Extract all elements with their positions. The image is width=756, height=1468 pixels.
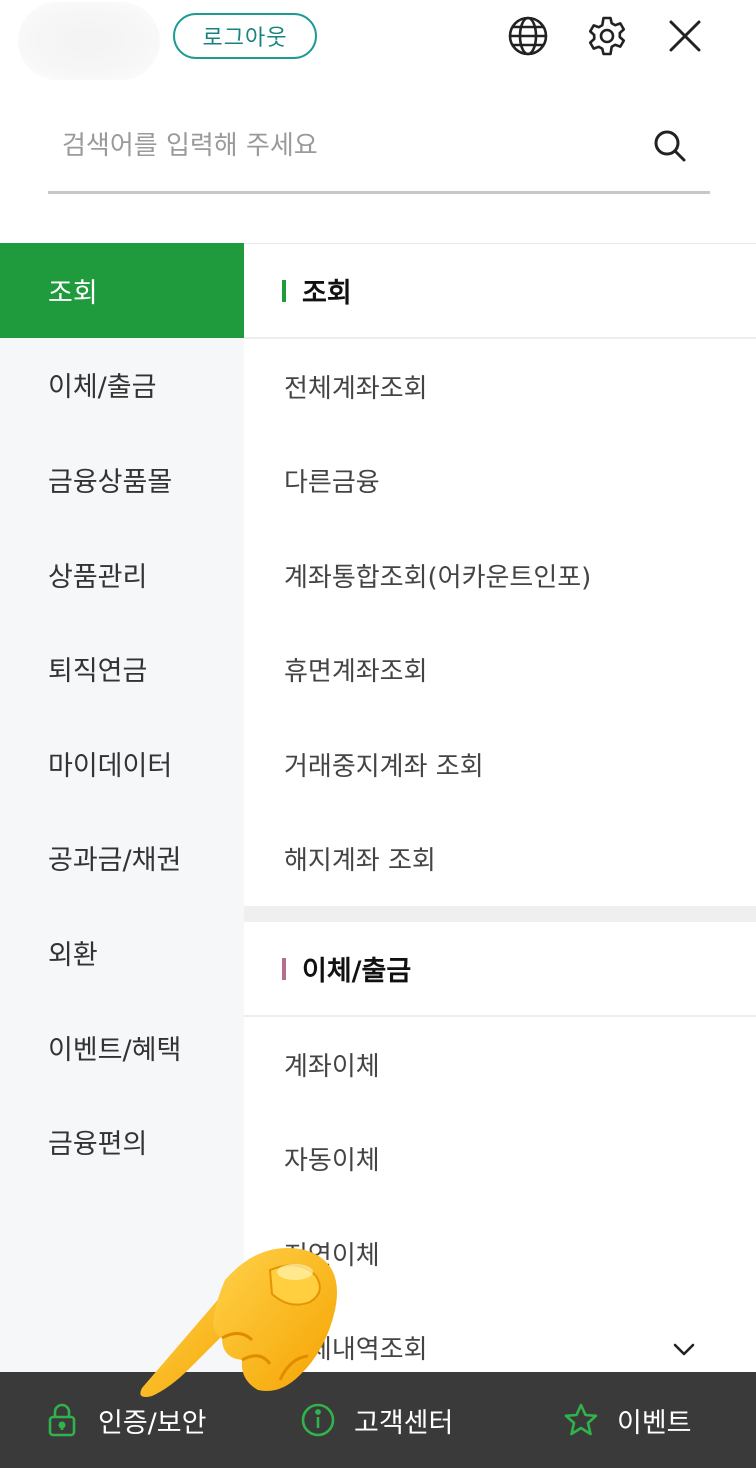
- submenu-item[interactable]: 거래중지계좌 조회: [244, 717, 756, 812]
- submenu-item[interactable]: 다른금융: [244, 434, 756, 529]
- customer-center-button[interactable]: 고객센터: [300, 1372, 453, 1468]
- category-item-bills[interactable]: 공과금/채권: [0, 811, 244, 906]
- category-item-events[interactable]: 이벤트/혜택: [0, 1000, 244, 1095]
- star-icon: [564, 1403, 598, 1436]
- category-item-transfer[interactable]: 이체/출금: [0, 338, 244, 433]
- submenu-item[interactable]: 지연이체: [244, 1206, 756, 1301]
- events-label: 이벤트: [617, 1407, 692, 1439]
- submenu-item[interactable]: 휴면계좌조회: [244, 623, 756, 718]
- close-icon[interactable]: [663, 14, 707, 58]
- section-title-text: 조회: [302, 278, 352, 309]
- submenu-item[interactable]: 해지계좌 조회: [244, 812, 756, 907]
- search-bar: [48, 112, 710, 194]
- bottom-bar: 인증/보안 고객센터 이벤트: [0, 1372, 756, 1468]
- globe-icon[interactable]: [506, 14, 550, 58]
- category-item-forex[interactable]: 외환: [0, 905, 244, 1000]
- category-nav: 조회 이체/출금 금융상품몰 상품관리 퇴직연금 마이데이터 공과금/채권 외환…: [0, 243, 244, 1373]
- header: 로그아웃: [0, 0, 756, 90]
- submenu-item[interactable]: 자동이체: [244, 1112, 756, 1207]
- lock-icon: [48, 1403, 76, 1437]
- submenu-item[interactable]: 전체계좌조회: [244, 339, 756, 434]
- submenu-panel: 조회 전체계좌조회 다른금융 계좌통합조회(어카운트인포) 휴면계좌조회 거래중…: [244, 243, 756, 1373]
- section-title-text: 이체/출금: [302, 956, 412, 987]
- logout-button[interactable]: 로그아웃: [173, 13, 317, 59]
- search-icon[interactable]: [650, 126, 690, 166]
- gear-icon[interactable]: [585, 14, 629, 58]
- info-icon: [301, 1403, 335, 1437]
- chevron-down-icon[interactable]: [670, 1335, 698, 1363]
- category-item-mydata[interactable]: 마이데이터: [0, 716, 244, 811]
- section-title-inquiry: 조회: [244, 244, 756, 339]
- category-item-inquiry[interactable]: 조회: [0, 243, 244, 338]
- customer-center-label: 고객센터: [354, 1407, 454, 1439]
- events-button[interactable]: 이벤트: [563, 1372, 692, 1468]
- submenu-item[interactable]: 계좌통합조회(어카운트인포): [244, 528, 756, 623]
- category-item-pension[interactable]: 퇴직연금: [0, 621, 244, 716]
- submenu-item[interactable]: 계좌이체: [244, 1017, 756, 1112]
- section-title-transfer: 이체/출금: [244, 922, 756, 1017]
- section-accent-bar: [282, 957, 286, 980]
- auth-security-label: 인증/보안: [98, 1407, 207, 1439]
- section-accent-bar: [282, 279, 286, 302]
- submenu-item-label: 이체내역조회: [284, 1335, 428, 1366]
- auth-security-button[interactable]: 인증/보안: [44, 1372, 206, 1468]
- category-item-product-mall[interactable]: 금융상품몰: [0, 432, 244, 527]
- section-divider: [244, 906, 756, 922]
- submenu-item[interactable]: 이체내역조회: [244, 1301, 756, 1374]
- category-item-product-management[interactable]: 상품관리: [0, 527, 244, 622]
- search-input[interactable]: [62, 126, 642, 166]
- category-item-convenience[interactable]: 금융편의: [0, 1094, 244, 1189]
- user-name-blurred: [18, 2, 160, 80]
